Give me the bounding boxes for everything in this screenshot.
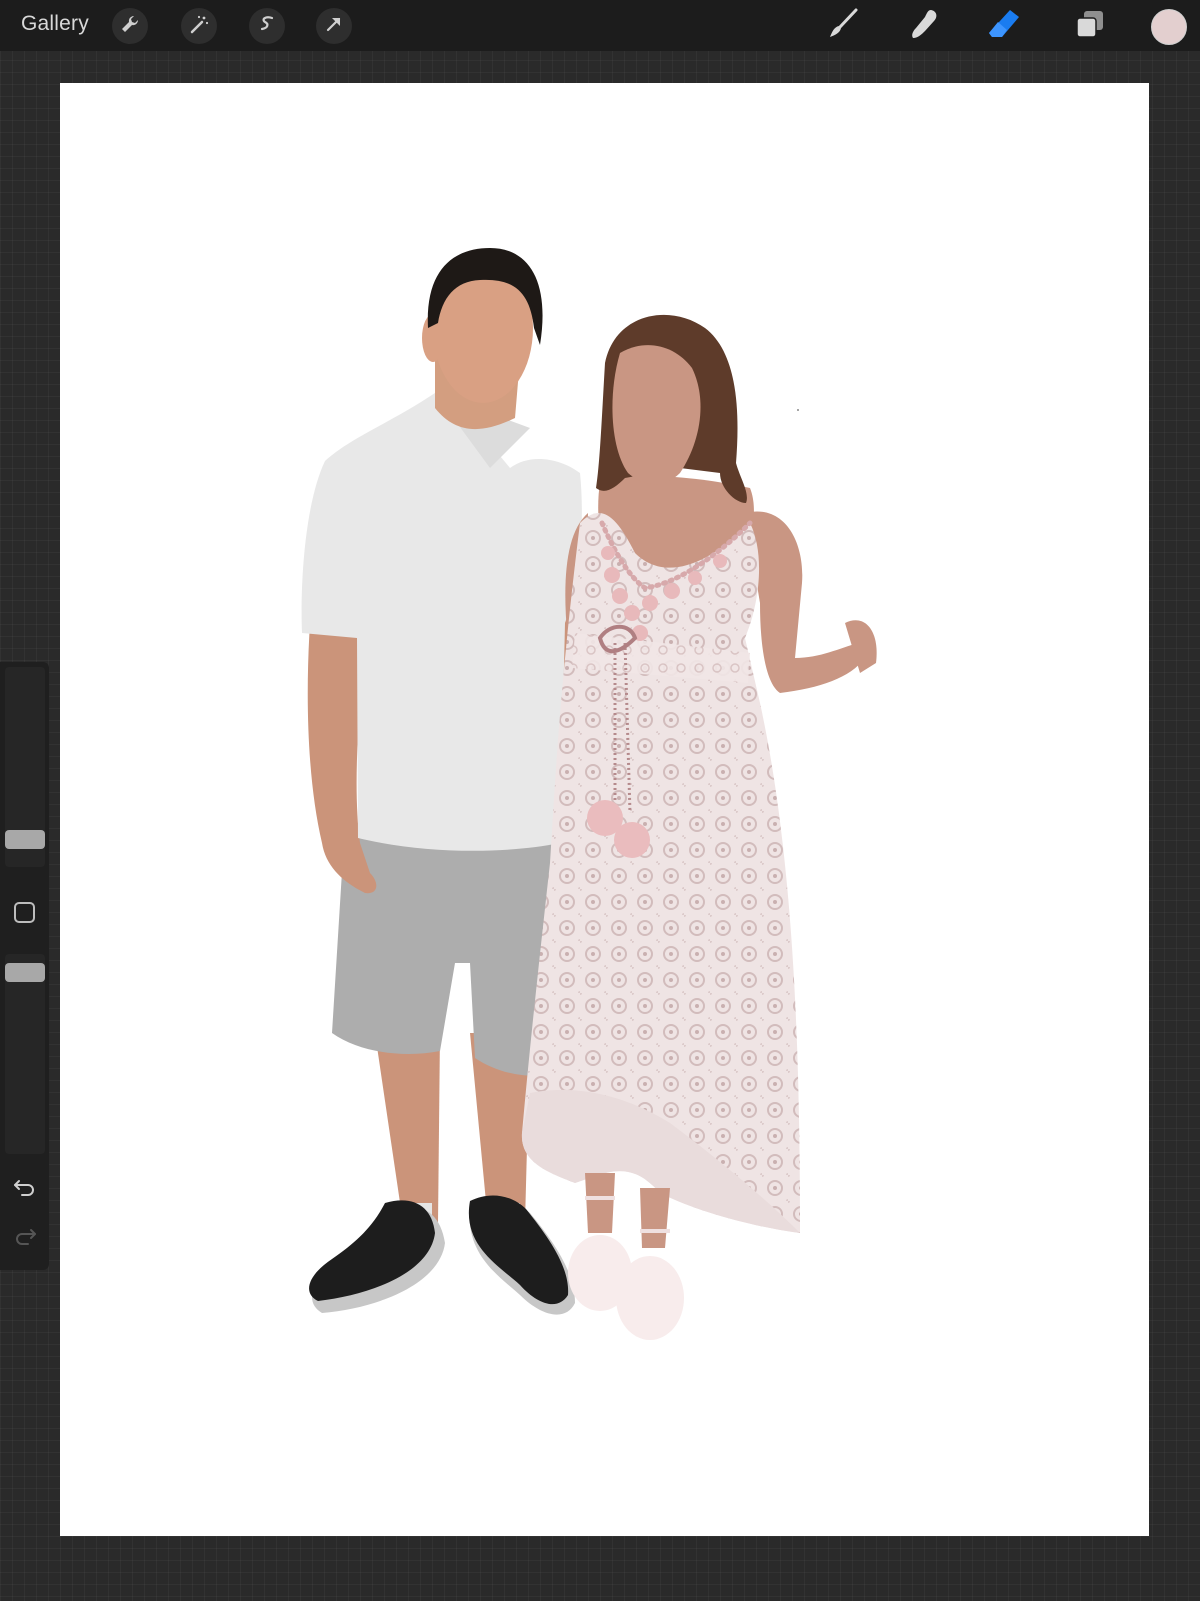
opacity-slider[interactable] [5,954,45,1154]
adjustments-button[interactable] [181,8,217,44]
transform-arrow-icon [323,13,345,40]
magic-wand-icon [188,13,210,40]
brush-size-slider-thumb[interactable] [5,830,45,849]
eraser-tool-button[interactable] [986,8,1022,44]
modify-button[interactable] [14,902,35,923]
left-sidebar [0,662,49,1270]
redo-icon [13,1226,37,1251]
opacity-slider-thumb[interactable] [5,963,45,982]
gallery-button[interactable]: Gallery [21,12,89,36]
color-picker-swatch[interactable] [1151,9,1187,45]
brush-icon [826,7,860,46]
layers-button[interactable] [1072,8,1108,44]
selection-icon [256,13,278,40]
selection-button[interactable] [249,8,285,44]
eraser-icon [986,7,1022,46]
woman-figure [521,314,877,1340]
smudge-tool-button[interactable] [906,8,942,44]
actions-wrench-button[interactable] [112,8,148,44]
layers-icon [1074,8,1106,45]
brush-tool-button[interactable] [825,8,861,44]
undo-icon [13,1177,37,1202]
redo-button[interactable] [12,1225,38,1251]
undo-button[interactable] [12,1176,38,1202]
smudge-icon [907,7,941,46]
top-toolbar: Gallery [0,0,1200,51]
drawing-canvas[interactable] [60,83,1149,1536]
couple-illustration [301,248,877,1340]
transform-button[interactable] [316,8,352,44]
wrench-icon [119,13,141,40]
